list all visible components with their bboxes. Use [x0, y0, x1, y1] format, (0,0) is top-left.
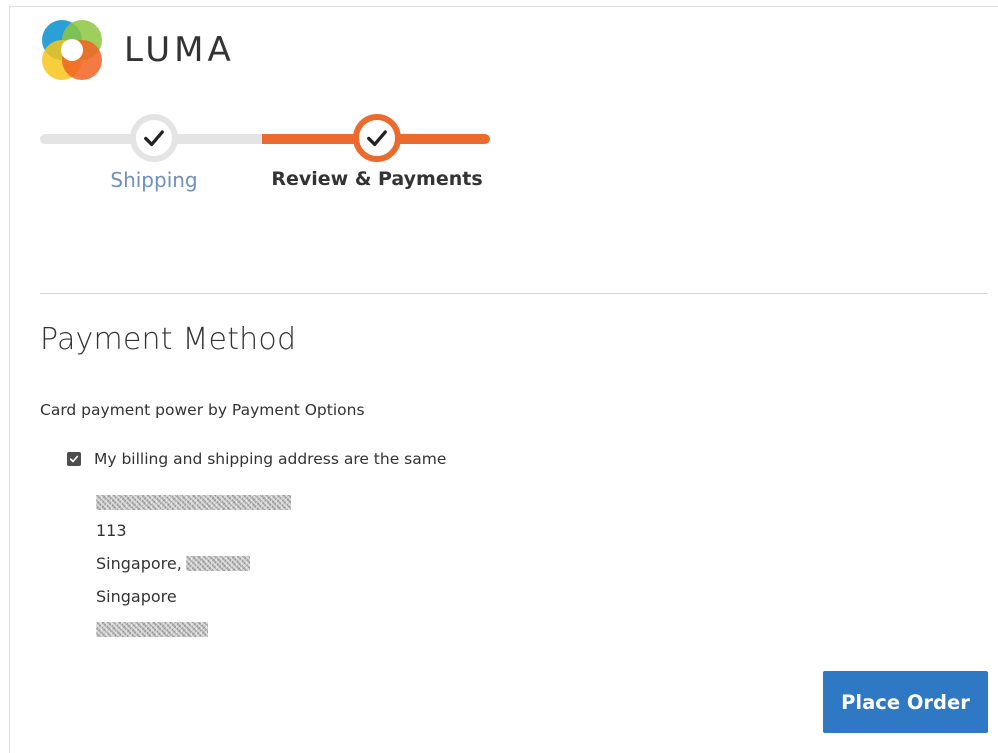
luma-logo-icon	[42, 20, 102, 80]
billing-same-label[interactable]: My billing and shipping address are the …	[94, 450, 446, 468]
billing-same-as-shipping[interactable]: My billing and shipping address are the …	[67, 450, 446, 468]
address-street: 113	[96, 521, 127, 540]
address-city: Singapore,	[96, 554, 182, 573]
billing-same-checkbox[interactable]	[67, 452, 81, 466]
step-review-label: Review & Payments	[271, 168, 483, 190]
payment-method-title: Payment Method	[40, 322, 297, 357]
address-phone-line	[96, 613, 291, 646]
redacted-postal-code	[185, 556, 250, 571]
redacted-phone	[96, 622, 208, 637]
section-divider	[40, 293, 988, 294]
step-shipping-indicator[interactable]	[130, 114, 178, 162]
address-street-line: 113	[96, 514, 291, 547]
checkmark-icon	[144, 130, 164, 147]
checkout-progress-bar: Shipping Review & Payments	[40, 106, 492, 206]
store-logo-link[interactable]: LUMA	[40, 18, 235, 82]
redacted-name	[96, 494, 291, 510]
page-frame-left	[9, 6, 10, 753]
step-shipping-label[interactable]: Shipping	[110, 168, 197, 192]
payment-method-name: Card payment power by Payment Options	[40, 401, 365, 419]
billing-address-details: 113 Singapore, Singapore	[96, 490, 291, 646]
address-country-line: Singapore	[96, 580, 291, 613]
address-country: Singapore	[96, 587, 177, 606]
address-city-line: Singapore,	[96, 547, 291, 580]
address-name-line	[96, 490, 291, 514]
checkmark-icon	[69, 455, 79, 463]
brand-name: LUMA	[124, 30, 235, 70]
checkmark-icon	[367, 130, 387, 147]
page-frame-top	[9, 6, 998, 7]
step-review-indicator	[353, 114, 401, 162]
place-order-button[interactable]: Place Order	[823, 671, 988, 733]
